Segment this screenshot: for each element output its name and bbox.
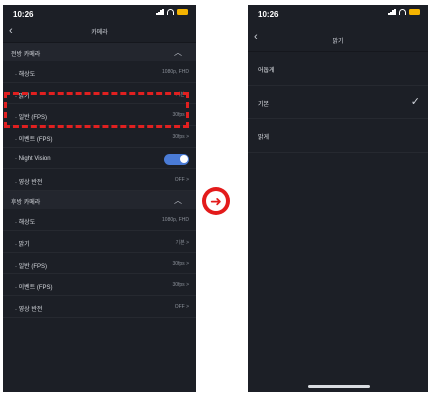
row-label: · 일반 (FPS) xyxy=(15,263,48,270)
brightness-option[interactable]: 기본 ✓ xyxy=(248,86,428,119)
page-title: 밝기 xyxy=(332,39,344,45)
row-value: 기본 > xyxy=(175,239,189,246)
settings-row[interactable]: · 이벤트 (FPS) 30fps > xyxy=(3,126,196,148)
option-label: 어둡게 xyxy=(258,68,275,74)
wifi-icon xyxy=(167,9,174,15)
brightness-screen: 10:26 ‹ 밝기 어둡게기본 ✓ 밝게 xyxy=(248,5,428,392)
battery-icon xyxy=(177,9,188,15)
nav-bar: ‹ 카메라 xyxy=(3,23,196,43)
settings-row[interactable]: · 영상 반전 OFF > xyxy=(3,169,196,192)
row-label: · Night Vision xyxy=(15,155,51,162)
settings-row[interactable]: · 해상도 1080p, FHD xyxy=(3,61,196,83)
row-value: 기본 > xyxy=(175,91,189,98)
nav-bar: ‹ 밝기 xyxy=(248,23,428,52)
row-label: · 일반 (FPS) xyxy=(15,115,48,122)
status-time: 10:26 xyxy=(13,10,34,19)
settings-row[interactable]: · Night Vision xyxy=(3,148,196,170)
row-label: · 해상도 xyxy=(15,72,36,78)
home-indicator xyxy=(308,385,370,388)
row-label: · 밝기 xyxy=(15,241,30,248)
status-bar: 10:26 xyxy=(248,5,428,23)
settings-row[interactable]: · 밝기 기본 > xyxy=(3,231,196,253)
row-label: · 이벤트 (FPS) xyxy=(15,137,53,144)
row-label: · 영상 반전 xyxy=(15,306,43,313)
night-vision-toggle[interactable] xyxy=(164,153,189,165)
status-icons xyxy=(388,9,420,15)
row-label: · 영상 반전 xyxy=(15,180,43,187)
option-label: 기본 xyxy=(258,101,270,108)
row-value: 30fps > xyxy=(172,260,189,267)
brightness-option[interactable]: 어둡게 xyxy=(248,52,428,86)
camera-settings-screen: 10:26 ‹ 카메라 전방 카메라 ︿ · 해상도 1080p, FHD · 밝기… xyxy=(3,5,196,392)
front-camera-section[interactable]: 전방 카메라 ︿ xyxy=(3,43,196,61)
settings-row[interactable]: · 이벤트 (FPS) 30fps > xyxy=(3,274,196,296)
row-value: OFF > xyxy=(174,177,189,184)
settings-row[interactable]: · 밝기 기본 > xyxy=(3,83,196,105)
status-bar: 10:26 xyxy=(3,5,196,23)
battery-icon xyxy=(409,9,420,15)
rear-camera-section[interactable]: 후방 카메라 ︿ xyxy=(3,191,196,210)
settings-row[interactable]: · 일반 (FPS) 30fps > xyxy=(3,104,196,127)
row-label: · 밝기 xyxy=(15,93,30,100)
status-icons xyxy=(156,9,188,15)
row-value: 1080p, FHD xyxy=(162,69,189,75)
signal-icon xyxy=(156,9,164,15)
brightness-option[interactable]: 밝게 xyxy=(248,119,428,153)
checkmark-icon: ✓ xyxy=(410,95,420,108)
arrow-right-icon: ➜ xyxy=(202,187,230,215)
row-value: 1080p, FHD xyxy=(162,217,189,224)
row-value: 30fps > xyxy=(172,282,189,289)
row-label: · 해상도 xyxy=(15,220,36,227)
row-value: 30fps > xyxy=(172,134,189,141)
row-value: OFF > xyxy=(174,303,189,310)
section-label: 후방 카메라 xyxy=(11,200,41,207)
option-label: 밝게 xyxy=(258,135,270,141)
page-title: 카메라 xyxy=(91,30,108,36)
settings-row[interactable]: · 영상 반전 OFF > xyxy=(3,296,196,318)
settings-row[interactable]: · 일반 (FPS) 30fps > xyxy=(3,253,196,275)
chevron-up-icon: ︿ xyxy=(174,48,182,57)
section-label: 전방 카메라 xyxy=(11,52,41,58)
signal-icon xyxy=(388,9,396,15)
settings-row[interactable]: · 해상도 1080p, FHD xyxy=(3,209,196,231)
chevron-up-icon: ︿ xyxy=(174,196,182,206)
status-time: 10:26 xyxy=(258,10,279,19)
wifi-icon xyxy=(399,9,406,15)
row-label: · 이벤트 (FPS) xyxy=(15,285,53,292)
row-value: 30fps > xyxy=(172,112,189,119)
